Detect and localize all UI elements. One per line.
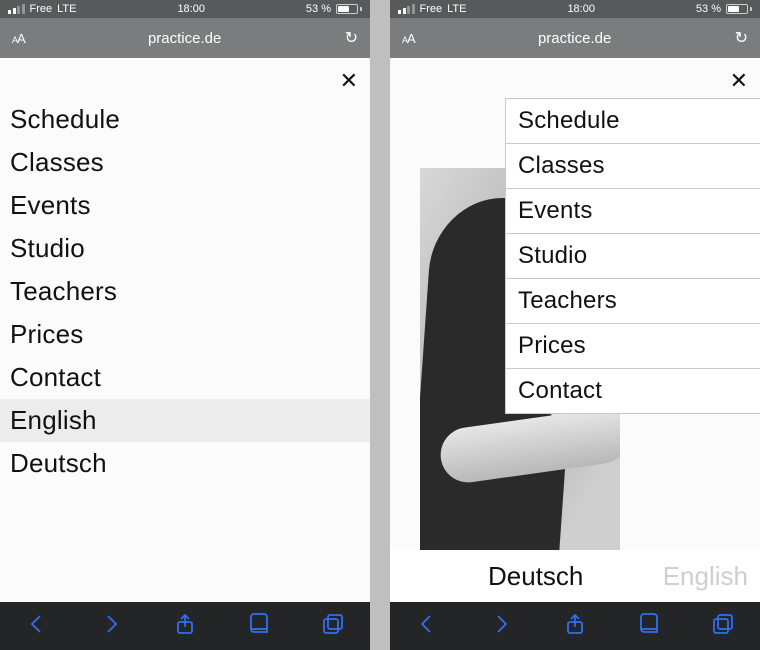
lang-english[interactable]: English	[663, 561, 748, 592]
forward-button[interactable]	[489, 612, 513, 641]
bookmarks-button[interactable]	[637, 612, 661, 641]
back-button[interactable]	[25, 612, 49, 641]
close-icon[interactable]: ✕	[730, 70, 748, 92]
nav-item-contact[interactable]: Contact	[506, 368, 760, 414]
back-button[interactable]	[415, 612, 439, 641]
tabs-button[interactable]	[711, 612, 735, 641]
clock: 18:00	[177, 3, 205, 15]
nav-item-classes[interactable]: Classes	[506, 143, 760, 188]
network-label: LTE	[57, 3, 76, 15]
status-bar: Free LTE 18:00 53 %	[390, 0, 760, 18]
share-button[interactable]	[563, 612, 587, 641]
browser-url-bar: AA practice.de ↻	[390, 18, 760, 58]
status-bar: Free LTE 18:00 53 %	[0, 0, 370, 18]
nav-item-classes[interactable]: Classes	[10, 141, 370, 184]
nav-item-english[interactable]: English	[0, 399, 370, 442]
nav-panel: ScheduleClassesEventsStudioTeachersPrice…	[505, 98, 760, 414]
battery-fill	[728, 6, 739, 12]
battery-pct: 53 %	[696, 3, 721, 15]
clock: 18:00	[567, 3, 595, 15]
bookmarks-button[interactable]	[247, 612, 271, 641]
reload-icon[interactable]: ↻	[345, 28, 358, 48]
nav-item-contact[interactable]: Contact	[10, 356, 370, 399]
nav-item-studio[interactable]: Studio	[506, 233, 760, 278]
nav-item-schedule[interactable]: Schedule	[10, 98, 370, 141]
lang-deutsch[interactable]: Deutsch	[488, 561, 583, 592]
reader-aa-button[interactable]: AA	[12, 31, 25, 46]
nav-item-deutsch[interactable]: Deutsch	[10, 442, 370, 485]
close-icon[interactable]: ✕	[340, 70, 358, 92]
nav-item-studio[interactable]: Studio	[10, 227, 370, 270]
reload-icon[interactable]: ↻	[735, 28, 748, 48]
share-button[interactable]	[173, 612, 197, 641]
signal-icon	[398, 4, 415, 14]
language-row: Deutsch English	[390, 550, 760, 602]
nav-item-prices[interactable]: Prices	[506, 323, 760, 368]
browser-toolbar	[390, 602, 760, 650]
nav-item-schedule[interactable]: Schedule	[506, 98, 760, 143]
nav-item-events[interactable]: Events	[506, 188, 760, 233]
forward-button[interactable]	[99, 612, 123, 641]
carrier-label: Free	[420, 3, 443, 15]
phone-left: Free LTE 18:00 53 % AA practice.de ↻ ✕ S…	[0, 0, 370, 650]
battery-icon	[336, 4, 362, 14]
site-label[interactable]: practice.de	[538, 30, 611, 47]
page-content: ✕ ScheduleClassesEventsStudioTeachersPri…	[0, 58, 370, 602]
nav-item-teachers[interactable]: Teachers	[10, 270, 370, 313]
browser-url-bar: AA practice.de ↻	[0, 18, 370, 58]
browser-toolbar	[0, 602, 370, 650]
reader-aa-button[interactable]: AA	[402, 31, 415, 46]
signal-icon	[8, 4, 25, 14]
battery-icon	[726, 4, 752, 14]
battery-fill	[338, 6, 349, 12]
tabs-button[interactable]	[321, 612, 345, 641]
nav-item-prices[interactable]: Prices	[10, 313, 370, 356]
carrier-label: Free	[30, 3, 53, 15]
nav-item-teachers[interactable]: Teachers	[506, 278, 760, 323]
phone-right: Free LTE 18:00 53 % AA practice.de ↻ ✕ S…	[390, 0, 760, 650]
network-label: LTE	[447, 3, 466, 15]
battery-pct: 53 %	[306, 3, 331, 15]
site-label[interactable]: practice.de	[148, 30, 221, 47]
nav-menu: ScheduleClassesEventsStudioTeachersPrice…	[10, 98, 370, 485]
nav-item-events[interactable]: Events	[10, 184, 370, 227]
page-content: ✕ ScheduleClassesEventsStudioTeachersPri…	[390, 58, 760, 602]
